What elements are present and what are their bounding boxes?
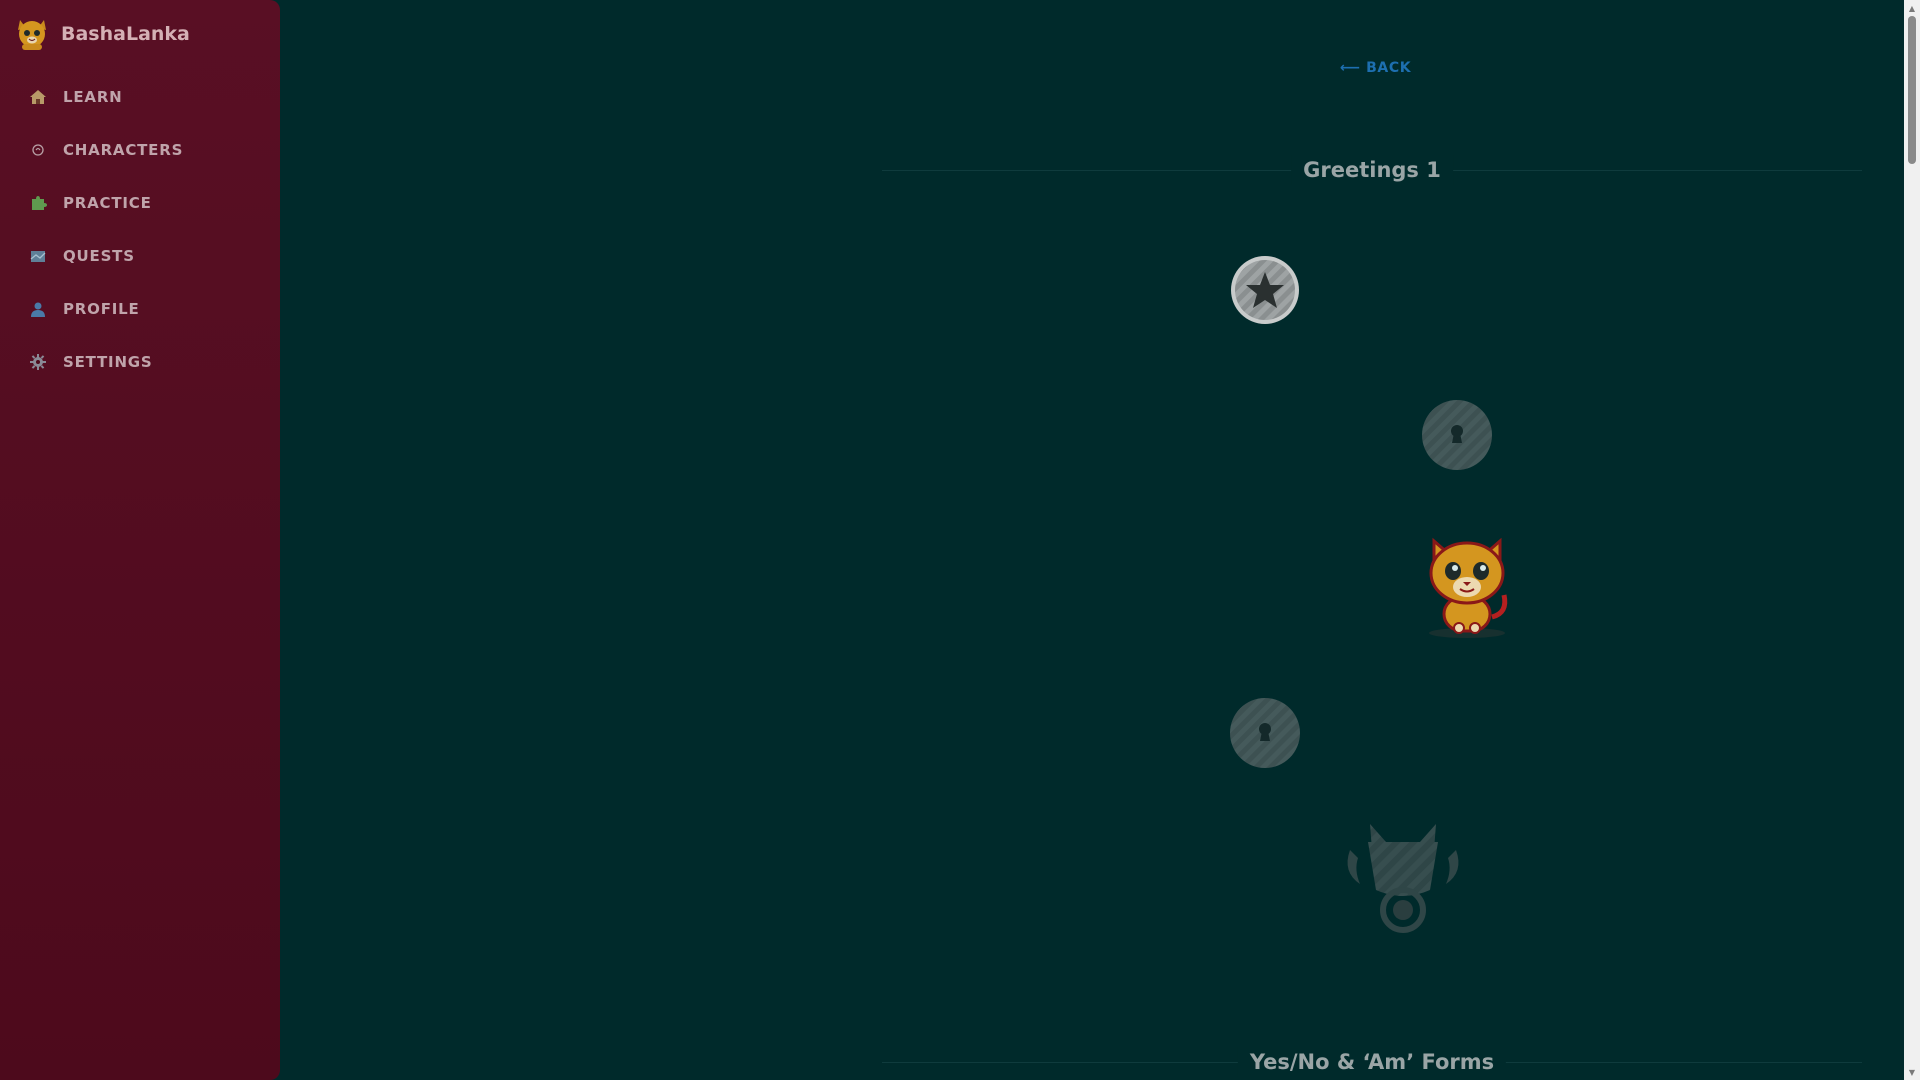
scroll-down-icon[interactable]: ▼	[1904, 1064, 1920, 1080]
sidebar-item-characters[interactable]: CHARACTERS	[0, 123, 280, 176]
person-icon	[28, 299, 48, 319]
sidebar-item-settings[interactable]: SETTINGS	[0, 335, 280, 388]
sidebar: BashaLanka LEARN CHARACTERS PRACTICE QUE…	[0, 0, 280, 1080]
sidebar-item-profile[interactable]: PROFILE	[0, 282, 280, 335]
sidebar-item-label: CHARACTERS	[63, 140, 184, 159]
section-header: Yes/No & ‘Am’ Forms	[882, 1047, 1862, 1077]
sidebar-item-label: LEARN	[63, 87, 123, 106]
back-link[interactable]: ⟵ BACK	[1340, 60, 1411, 76]
scroll-thumb[interactable]	[1908, 16, 1916, 164]
gear-icon	[28, 352, 48, 372]
tiger-logo-icon	[18, 20, 46, 50]
puzzle-icon	[28, 193, 48, 213]
scroll-up-icon[interactable]: ▲	[1904, 0, 1920, 16]
characters-icon	[28, 140, 48, 160]
sidebar-item-quests[interactable]: QUESTS	[0, 229, 280, 282]
home-icon	[28, 87, 48, 107]
lesson-node-locked[interactable]	[1230, 698, 1300, 768]
lesson-node-active[interactable]	[1230, 255, 1300, 325]
sidebar-item-label: QUESTS	[63, 246, 135, 265]
sidebar-item-label: PRACTICE	[63, 193, 152, 212]
brand[interactable]: BashaLanka	[12, 14, 190, 54]
sidebar-item-learn[interactable]: LEARN	[0, 70, 280, 123]
scrollbar[interactable]: ▲ ▼	[1904, 0, 1920, 1080]
learning-path: ⟵ BACK Greetings 1 Yes/No & ‘Am’ Forms	[280, 0, 1904, 1080]
lock-icon	[1422, 400, 1492, 470]
sidebar-item-label: PROFILE	[63, 299, 140, 318]
trophy-icon[interactable]	[1338, 820, 1468, 935]
sidebar-item-label: SETTINGS	[63, 352, 153, 371]
lock-icon	[1230, 698, 1300, 768]
sidebar-nav: LEARN CHARACTERS PRACTICE QUESTS PROFILE…	[0, 70, 280, 388]
sidebar-item-practice[interactable]: PRACTICE	[0, 176, 280, 229]
map-icon	[28, 246, 48, 266]
section-title: Greetings 1	[1291, 155, 1453, 185]
star-icon	[1231, 256, 1299, 324]
section-header: Greetings 1	[882, 155, 1862, 185]
app-name: BashaLanka	[61, 23, 190, 45]
tiger-mascot-icon	[1420, 535, 1515, 640]
section-title: Yes/No & ‘Am’ Forms	[1237, 1047, 1507, 1077]
lesson-node-locked[interactable]	[1422, 400, 1492, 470]
